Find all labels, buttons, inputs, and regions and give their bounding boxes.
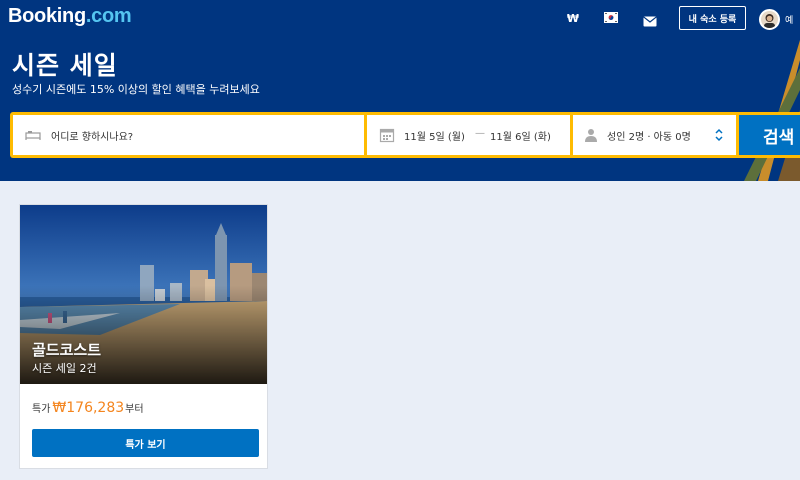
bed-icon — [25, 131, 41, 140]
list-property-button[interactable]: 내 숙소 등록 — [679, 6, 746, 30]
currency-selector[interactable]: ₩ — [563, 9, 583, 27]
korea-flag-icon[interactable] — [604, 12, 618, 23]
top-bar: Booking.com ₩ 내 숙소 등록 예 — [0, 0, 800, 36]
guests-field[interactable]: 성인 2명 · 아동 0명 — [573, 115, 736, 155]
search-bar: 어디로 향하시나요? 11월 5일 (월) — 11월 6일 (화) 성인 2명… — [10, 112, 800, 158]
price-value: ₩176,283 — [52, 400, 125, 416]
deal-title[interactable]: 골드코스트 — [32, 339, 101, 360]
checkout-date[interactable]: 11월 6일 (화) — [490, 128, 551, 143]
hero-title: 시즌 세일 — [12, 51, 118, 80]
person-icon — [585, 129, 597, 142]
destination-field[interactable]: 어디로 향하시나요? — [13, 115, 364, 155]
checkin-date[interactable]: 11월 5일 (월) — [404, 128, 465, 143]
price-prefix: 특가 — [32, 404, 51, 415]
guests-value[interactable]: 성인 2명 · 아동 0명 — [607, 128, 691, 143]
deal-count: 시즌 세일 2건 — [32, 362, 97, 375]
search-button[interactable]: 검색 — [739, 115, 800, 155]
user-avatar[interactable] — [759, 9, 780, 30]
booking-logo[interactable]: Booking.com — [8, 5, 132, 28]
updown-chevron-icon[interactable] — [714, 128, 724, 142]
view-deals-button[interactable]: 특가 보기 — [32, 429, 259, 457]
price-suffix: 부터 — [125, 404, 144, 415]
price-line: 특가 ₩176,283 부터 — [32, 400, 144, 416]
destination-input[interactable]: 어디로 향하시나요? — [51, 128, 133, 143]
header: Booking.com ₩ 내 숙소 등록 예 시즌 세일 성수기 시즌에도 1… — [0, 0, 800, 181]
date-separator: — — [475, 128, 485, 139]
calendar-icon — [379, 128, 395, 143]
user-name[interactable]: 예 — [785, 13, 793, 26]
deal-card[interactable]: 골드코스트 시즌 세일 2건 특가 ₩176,283 부터 특가 보기 — [19, 204, 268, 469]
mail-icon[interactable] — [643, 12, 657, 30]
hero-subtitle: 성수기 시즌에도 15% 이상의 할인 혜택을 누려보세요 — [12, 83, 260, 96]
date-field[interactable]: 11월 5일 (월) — 11월 6일 (화) — [367, 115, 570, 155]
